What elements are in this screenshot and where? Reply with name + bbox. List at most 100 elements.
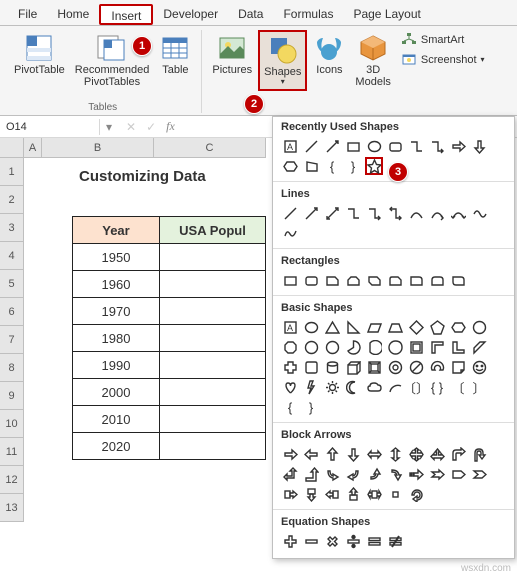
shape-arrow-left[interactable]	[302, 445, 320, 463]
shape-heptagon[interactable]	[470, 318, 488, 336]
shape-curve-double[interactable]	[449, 204, 467, 222]
shape-hexagon[interactable]	[281, 157, 299, 175]
shape-frame[interactable]	[407, 338, 425, 356]
shape-plus[interactable]	[281, 532, 299, 550]
shape-textbox[interactable]: A	[281, 318, 299, 336]
shape-arrow-down[interactable]	[470, 137, 488, 155]
shapes-button[interactable]: Shapes ▾	[258, 30, 307, 91]
shape-curve[interactable]	[407, 204, 425, 222]
shape-double-bracket[interactable]: 〔〕	[407, 378, 425, 396]
shape-arrow-pentagon[interactable]	[449, 465, 467, 483]
shape-decagon[interactable]	[302, 338, 320, 356]
shape-diag-stripe[interactable]	[470, 338, 488, 356]
cell-year[interactable]: 1980	[73, 325, 160, 352]
shape-folded-corner[interactable]	[449, 358, 467, 376]
shape-rect-round2diag[interactable]	[449, 271, 467, 289]
shape-cloud[interactable]	[365, 378, 383, 396]
shape-curve-arrow[interactable]	[428, 204, 446, 222]
cell-year[interactable]: 2000	[73, 379, 160, 406]
row-header[interactable]: 7	[0, 326, 24, 354]
shape-arrow-callout-up[interactable]	[344, 485, 362, 503]
shape-arrow-uturn[interactable]	[470, 445, 488, 463]
shape-line[interactable]	[302, 137, 320, 155]
shape-connector-elbow-double[interactable]	[386, 204, 404, 222]
shape-arrow-right[interactable]	[281, 445, 299, 463]
shape-plaque[interactable]	[302, 358, 320, 376]
shape-bevel[interactable]	[365, 358, 383, 376]
shape-octagon[interactable]	[281, 338, 299, 356]
shape-heart[interactable]	[281, 378, 299, 396]
shape-l-shape[interactable]	[449, 338, 467, 356]
shape-arrow-leftright[interactable]	[365, 445, 383, 463]
shape-left-brace[interactable]: {	[281, 398, 299, 416]
cell-year[interactable]: 2010	[73, 406, 160, 433]
shape-rect-round2same[interactable]	[428, 271, 446, 289]
shape-cross[interactable]	[281, 358, 299, 376]
shape-hexagon[interactable]	[449, 318, 467, 336]
shape-right-triangle[interactable]	[344, 318, 362, 336]
icons-button[interactable]: Icons	[309, 30, 349, 78]
shape-arrow-notched[interactable]	[428, 465, 446, 483]
col-header[interactable]: A	[24, 138, 42, 158]
shape-can[interactable]	[323, 358, 341, 376]
row-header[interactable]: 5	[0, 270, 24, 298]
row-header[interactable]: 1	[0, 158, 24, 186]
shape-dodecagon[interactable]	[323, 338, 341, 356]
shape-pie[interactable]	[344, 338, 362, 356]
shape-arrow-leftup[interactable]	[281, 465, 299, 483]
shape-line-arrow[interactable]	[323, 137, 341, 155]
shape-connector-elbow-arrow[interactable]	[428, 137, 446, 155]
shape-rect-snip2diag[interactable]	[365, 271, 383, 289]
row-header[interactable]: 10	[0, 410, 24, 438]
cell-year[interactable]: 1990	[73, 352, 160, 379]
name-box[interactable]: O14	[0, 119, 100, 135]
table-button[interactable]: Table	[155, 30, 195, 78]
shape-arrow-bent[interactable]	[449, 445, 467, 463]
shape-oval[interactable]	[365, 137, 383, 155]
shape-arrow-callout-right[interactable]	[281, 485, 299, 503]
shape-arrow-striped[interactable]	[407, 465, 425, 483]
tab-home[interactable]: Home	[47, 4, 99, 25]
shape-line-double-arrow[interactable]	[323, 204, 341, 222]
row-header[interactable]: 4	[0, 242, 24, 270]
shape-brace-left[interactable]: {	[323, 157, 341, 175]
shape-block-arc[interactable]	[428, 358, 446, 376]
shape-arrow-curved-left[interactable]	[344, 465, 362, 483]
row-header[interactable]: 12	[0, 466, 24, 494]
shape-freeform[interactable]	[470, 204, 488, 222]
shape-scribble[interactable]	[281, 224, 299, 242]
shape-rect-snipround[interactable]	[386, 271, 404, 289]
tab-pagelayout[interactable]: Page Layout	[343, 4, 430, 25]
select-all-corner[interactable]	[0, 138, 24, 158]
row-header[interactable]: 13	[0, 494, 24, 522]
shape-arrow-circular[interactable]	[407, 485, 425, 503]
shape-minus[interactable]	[302, 532, 320, 550]
shape-double-brace[interactable]: { }	[428, 378, 446, 396]
shape-brace-right[interactable]: }	[344, 157, 362, 175]
enter-icon[interactable]: ✓	[146, 120, 156, 134]
shape-no-symbol[interactable]	[407, 358, 425, 376]
shape-smiley[interactable]	[470, 358, 488, 376]
shape-rect[interactable]	[281, 271, 299, 289]
tab-data[interactable]: Data	[228, 4, 273, 25]
tab-insert[interactable]: Insert	[99, 4, 153, 25]
shape-right-brace[interactable]: }	[302, 398, 320, 416]
shape-oval[interactable]	[302, 318, 320, 336]
pivottable-button[interactable]: PivotTable	[10, 30, 69, 78]
shape-triangle[interactable]	[323, 318, 341, 336]
shape-rect-snip2same[interactable]	[344, 271, 362, 289]
shape-right-bracket[interactable]: 〕	[470, 378, 488, 396]
tab-formulas[interactable]: Formulas	[273, 4, 343, 25]
shape-moon[interactable]	[344, 378, 362, 396]
shape-arrow-leftrightup[interactable]	[428, 445, 446, 463]
cell-pop[interactable]	[159, 271, 265, 298]
shape-diamond[interactable]	[407, 318, 425, 336]
shape-connector-elbow-arrow[interactable]	[365, 204, 383, 222]
shape-sun[interactable]	[323, 378, 341, 396]
shape-flowchart-manual[interactable]	[302, 157, 320, 175]
screenshot-button[interactable]: Screenshot ▾	[397, 50, 489, 70]
shape-cube[interactable]	[344, 358, 362, 376]
shape-textbox[interactable]: A	[281, 137, 299, 155]
cell-pop[interactable]	[159, 433, 265, 460]
shape-arc[interactable]	[386, 378, 404, 396]
